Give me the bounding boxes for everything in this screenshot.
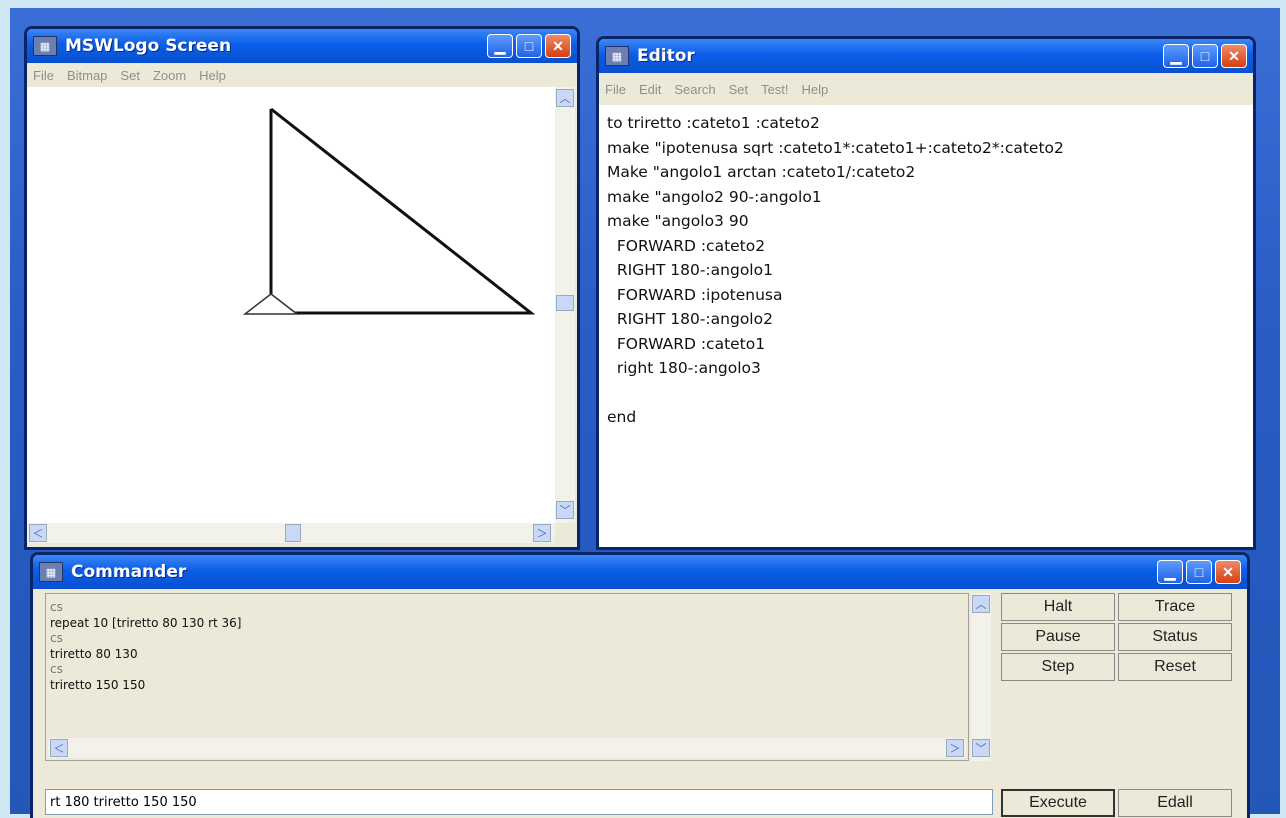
history-text: cs repeat 10 [triretto 80 130 rt 36] cs tri…: [50, 600, 242, 694]
menu-test[interactable]: Test!: [761, 82, 788, 97]
close-button[interactable]: ✕: [1221, 44, 1247, 68]
scroll-right-button[interactable]: ＞: [946, 739, 964, 757]
commander-title: Commander: [71, 562, 187, 582]
turtle-drawing: [242, 107, 536, 315]
code-editor[interactable]: to triretto :cateto1 :cateto2 make "ipote…: [599, 105, 1253, 547]
status-button[interactable]: Status: [1118, 623, 1232, 651]
editor-title: Editor: [637, 46, 695, 66]
menu-file[interactable]: File: [33, 68, 54, 83]
menu-search[interactable]: Search: [674, 82, 715, 97]
logo-vertical-scrollbar[interactable]: ︿ ﹀: [555, 87, 575, 523]
command-input[interactable]: rt 180 triretto 150 150: [45, 789, 993, 815]
commander-title-bar[interactable]: ▦ Commander ▁ □ ✕: [33, 555, 1247, 589]
step-button[interactable]: Step: [1001, 653, 1115, 681]
logo-screen-title: MSWLogo Screen: [65, 36, 232, 56]
menu-edit[interactable]: Edit: [639, 82, 661, 97]
history-line: repeat 10 [triretto 80 130 rt 36]: [50, 615, 242, 630]
menu-help[interactable]: Help: [199, 68, 226, 83]
hscroll-thumb[interactable]: [285, 524, 301, 542]
scroll-down-button[interactable]: ﹀: [556, 501, 574, 519]
scroll-thumb[interactable]: [556, 295, 574, 311]
code-text: to triretto :cateto1 :cateto2 make "ipote…: [607, 111, 1064, 430]
editor-window: ▦ Editor ▁ □ ✕ File Edit Search Set Test…: [596, 36, 1256, 550]
editor-app-icon: ▦: [605, 46, 629, 66]
history-line: cs: [50, 662, 63, 677]
logo-app-icon: ▦: [33, 36, 57, 56]
minimize-button[interactable]: ▁: [1157, 560, 1183, 584]
menu-set[interactable]: Set: [729, 82, 749, 97]
history-line: cs: [50, 600, 63, 614]
turtle-canvas[interactable]: [27, 87, 555, 523]
logo-screen-title-bar[interactable]: ▦ MSWLogo Screen ▁ □ ✕: [27, 29, 577, 63]
code-line: FORWARD :cateto2: [607, 236, 766, 255]
logo-screen-menubar: File Bitmap Set Zoom Help: [27, 63, 577, 87]
commander-window: ▦ Commander ▁ □ ✕ cs repeat 10 [triretto …: [30, 552, 1250, 818]
logo-screen-window: ▦ MSWLogo Screen ▁ □ ✕ File Bitmap Set Z…: [24, 26, 580, 550]
code-line: make "angolo3 90: [607, 212, 749, 230]
history-line: triretto 80 130: [50, 646, 138, 661]
code-line: RIGHT 180-:angolo1: [607, 261, 773, 279]
scroll-down-button[interactable]: ﹀: [972, 739, 990, 757]
command-history[interactable]: cs repeat 10 [triretto 80 130 rt 36] cs tri…: [45, 593, 969, 761]
code-line: RIGHT 180-:angolo2: [607, 310, 773, 328]
scroll-up-button[interactable]: ︿: [972, 595, 990, 613]
commander-app-icon: ▦: [39, 562, 63, 582]
code-line: to triretto :cateto1 :cateto2: [607, 114, 820, 132]
halt-button[interactable]: Halt: [1001, 593, 1115, 621]
execute-button[interactable]: Execute: [1001, 789, 1115, 817]
editor-menubar: File Edit Search Set Test! Help: [599, 73, 1253, 105]
close-button[interactable]: ✕: [545, 34, 571, 58]
maximize-button[interactable]: □: [516, 34, 542, 58]
menu-set[interactable]: Set: [120, 68, 140, 83]
menu-help[interactable]: Help: [802, 82, 829, 97]
maximize-button[interactable]: □: [1192, 44, 1218, 68]
scroll-up-button[interactable]: ︿: [556, 89, 574, 107]
history-vertical-scrollbar[interactable]: ︿ ﹀: [971, 593, 991, 761]
reset-button[interactable]: Reset: [1118, 653, 1232, 681]
minimize-button[interactable]: ▁: [487, 34, 513, 58]
menu-file[interactable]: File: [605, 82, 626, 97]
code-line: FORWARD :cateto1: [607, 334, 766, 353]
scroll-left-button[interactable]: ＜: [50, 739, 68, 757]
scroll-right-button[interactable]: ＞: [533, 524, 551, 542]
maximize-button[interactable]: □: [1186, 560, 1212, 584]
menu-zoom[interactable]: Zoom: [153, 68, 186, 83]
trace-button[interactable]: Trace: [1118, 593, 1232, 621]
edall-button[interactable]: Edall: [1118, 789, 1232, 817]
scroll-left-button[interactable]: ＜: [29, 524, 47, 542]
history-line: cs: [50, 631, 63, 646]
logo-horizontal-scrollbar[interactable]: ＜ ＞: [27, 523, 555, 543]
code-line: FORWARD :ipotenusa: [607, 285, 783, 304]
code-line: make "angolo2 90-:angolo1: [607, 187, 822, 206]
code-line: make "ipotenusa sqrt :cateto1*:cateto1+:…: [607, 138, 1064, 157]
history-line: triretto 150 150: [50, 677, 146, 692]
menu-bitmap[interactable]: Bitmap: [67, 68, 107, 83]
close-button[interactable]: ✕: [1215, 560, 1241, 584]
history-horizontal-scrollbar[interactable]: ＜ ＞: [48, 738, 966, 758]
code-line: Make "angolo1 arctan :cateto1/:cateto2: [607, 163, 916, 181]
code-line: end: [607, 408, 637, 426]
editor-title-bar[interactable]: ▦ Editor ▁ □ ✕: [599, 39, 1253, 73]
code-line: right 180-:angolo3: [607, 359, 761, 377]
minimize-button[interactable]: ▁: [1163, 44, 1189, 68]
pause-button[interactable]: Pause: [1001, 623, 1115, 651]
turtle-icon: [242, 293, 300, 315]
